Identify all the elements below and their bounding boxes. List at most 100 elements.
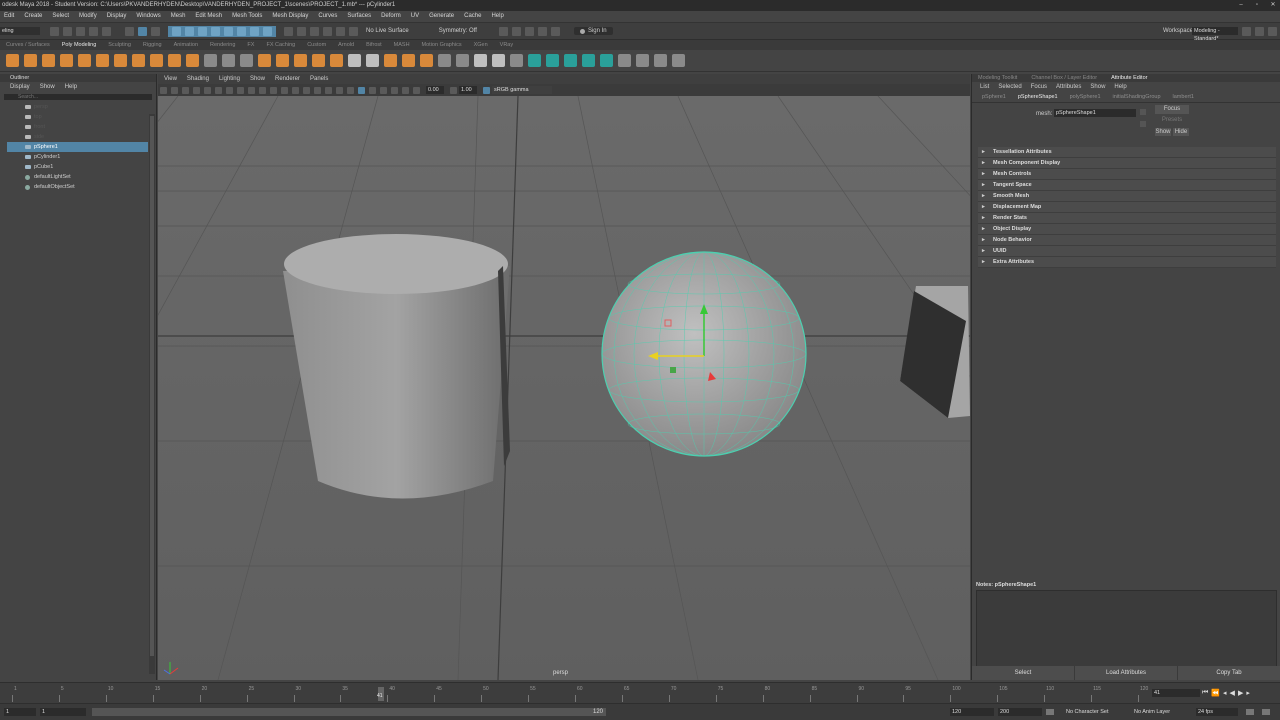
select-component-icon[interactable] [151, 26, 160, 36]
film-gate-icon[interactable] [215, 86, 222, 94]
platonic-solid-icon[interactable] [131, 54, 145, 67]
shelf-tab-animation[interactable]: Animation [174, 42, 198, 48]
shelf-tab-fx-caching[interactable]: FX Caching [266, 42, 295, 48]
focus-node-icon[interactable] [1140, 109, 1146, 115]
current-frame-field[interactable]: 41 [1152, 689, 1200, 697]
render-icon[interactable] [498, 26, 508, 36]
section-mesh-controls[interactable]: Mesh Controls [978, 169, 1276, 180]
section-object-display[interactable]: Object Display [978, 224, 1276, 235]
workspace-dropdown[interactable]: Modeling - Standard* [1192, 27, 1238, 42]
insert-edge-loop-icon[interactable] [473, 54, 487, 67]
outliner-menu-show[interactable]: Show [40, 84, 55, 90]
menu-set-dropdown[interactable]: eling [0, 27, 40, 35]
xray-icon[interactable] [314, 86, 321, 94]
auto-key-icon[interactable] [1046, 709, 1054, 715]
section-uuid[interactable]: UUID [978, 246, 1276, 257]
viewport-menu-view[interactable]: View [164, 76, 177, 82]
menu-windows[interactable]: Windows [136, 13, 160, 19]
outliner-menu-display[interactable]: Display [10, 84, 30, 90]
node-tab-initialshadinggroup[interactable]: initialShadingGroup [1113, 94, 1161, 100]
start-time-field[interactable]: 1 [4, 708, 36, 716]
preferences-icon[interactable] [1262, 709, 1270, 715]
wireframe-icon[interactable] [281, 86, 288, 94]
poly-cylinder-icon[interactable] [41, 54, 55, 67]
playback-end-field[interactable]: 120 [950, 708, 994, 716]
shelf-tab-xgen[interactable]: XGen [474, 42, 488, 48]
step-back-frame-icon[interactable]: ◂ [1223, 689, 1227, 697]
close-button[interactable]: ✕ [1266, 0, 1280, 11]
automatic-map-icon[interactable] [599, 54, 613, 67]
end-time-field[interactable]: 200 [998, 708, 1042, 716]
unfold-icon[interactable] [653, 54, 667, 67]
menu-help[interactable]: Help [491, 13, 503, 19]
multi-cut-icon[interactable] [455, 54, 469, 67]
outliner-item-persp[interactable]: persp [0, 102, 156, 112]
outliner-scroll-thumb[interactable] [150, 116, 154, 656]
section-mesh-component-display[interactable]: Mesh Component Display [978, 158, 1276, 169]
menu-mesh-tools[interactable]: Mesh Tools [232, 13, 262, 19]
shelf-tab-mash[interactable]: MASH [394, 42, 410, 48]
select-button[interactable]: Select [972, 666, 1075, 680]
play-forward-icon[interactable]: ▶ [1238, 689, 1243, 697]
shelf-tab-curves-surfaces[interactable]: Curves / Surfaces [6, 42, 50, 48]
section-tessellation-attributes[interactable]: Tessellation Attributes [978, 147, 1276, 158]
boolean-union-icon[interactable] [257, 54, 271, 67]
poly-disc-icon[interactable] [113, 54, 127, 67]
poly-torus-icon[interactable] [77, 54, 91, 67]
section-node-behavior[interactable]: Node Behavior [978, 235, 1276, 246]
menu-select[interactable]: Select [52, 13, 69, 19]
copy-tab-button[interactable]: Copy Tab [1178, 666, 1280, 680]
snap-point-icon[interactable] [323, 26, 332, 36]
shelf-tab-rendering[interactable]: Rendering [210, 42, 235, 48]
camera-icon[interactable] [160, 86, 167, 94]
snap-curve-icon[interactable] [310, 26, 319, 36]
separate-icon[interactable] [221, 54, 235, 67]
motion-blur-icon[interactable] [380, 86, 387, 94]
snap-grid-icon[interactable] [297, 26, 306, 36]
mesh-name-field[interactable]: pSphereShape1 [1054, 109, 1136, 117]
hide-button[interactable]: Hide [1173, 128, 1189, 136]
outliner-item-pcylinder1[interactable]: pCylinder1 [0, 152, 156, 162]
snap-surface-icon[interactable] [349, 26, 358, 36]
spherical-map-icon[interactable] [581, 54, 595, 67]
mask-icon-2[interactable] [185, 26, 194, 36]
boolean-intersection-icon[interactable] [293, 54, 307, 67]
step-forward-frame-icon[interactable]: ▸ [1246, 689, 1250, 697]
shelf-tab-custom[interactable]: Custom [307, 42, 326, 48]
range-bar[interactable]: 120 [92, 708, 606, 716]
viewport-menu-panels[interactable]: Panels [310, 76, 328, 82]
menu-display[interactable]: Display [107, 13, 127, 19]
render-settings-icon[interactable] [524, 26, 534, 36]
smooth-shade-icon[interactable] [292, 86, 299, 94]
toggle-panel-icon-2[interactable] [1255, 26, 1264, 36]
redo-icon[interactable] [102, 26, 111, 36]
toggle-panel-icon-3[interactable] [1268, 26, 1277, 36]
character-set-dropdown[interactable]: No Character Set [1064, 708, 1124, 716]
menu-modify[interactable]: Modify [79, 13, 97, 19]
anti-aliasing-icon[interactable] [391, 86, 398, 94]
attr-menu-show[interactable]: Show [1090, 84, 1105, 90]
bookmark-icon[interactable] [182, 86, 189, 94]
fill-hole-icon[interactable] [347, 54, 361, 67]
shelf-tab-fx[interactable]: FX [247, 42, 254, 48]
extrude-icon[interactable] [401, 54, 415, 67]
menu-deform[interactable]: Deform [381, 13, 401, 19]
poly-cube-icon[interactable] [23, 54, 37, 67]
node-tab-psphereshape1[interactable]: pSphereShape1 [1018, 94, 1058, 100]
select-object-icon[interactable] [138, 26, 147, 36]
outliner-item-pcube1[interactable]: pCube1 [0, 162, 156, 172]
viewport-menu-renderer[interactable]: Renderer [275, 76, 300, 82]
presets-button[interactable]: Presets [1155, 116, 1189, 125]
poly-plane-icon[interactable] [95, 54, 109, 67]
shelf-tab-vray[interactable]: VRay [500, 42, 513, 48]
menu-cache[interactable]: Cache [464, 13, 481, 19]
uv-editor-icon[interactable] [527, 54, 541, 67]
wireframe-on-shaded-icon[interactable] [303, 86, 310, 94]
section-extra-attributes[interactable]: Extra Attributes [978, 257, 1276, 268]
section-smooth-mesh[interactable]: Smooth Mesh [978, 191, 1276, 202]
svg-icon[interactable] [185, 54, 199, 67]
bridge-icon[interactable] [383, 54, 397, 67]
menu-uv[interactable]: UV [411, 13, 419, 19]
shelf-tab-poly-modeling[interactable]: Poly Modeling [62, 42, 97, 48]
poly-type-icon[interactable] [167, 54, 181, 67]
